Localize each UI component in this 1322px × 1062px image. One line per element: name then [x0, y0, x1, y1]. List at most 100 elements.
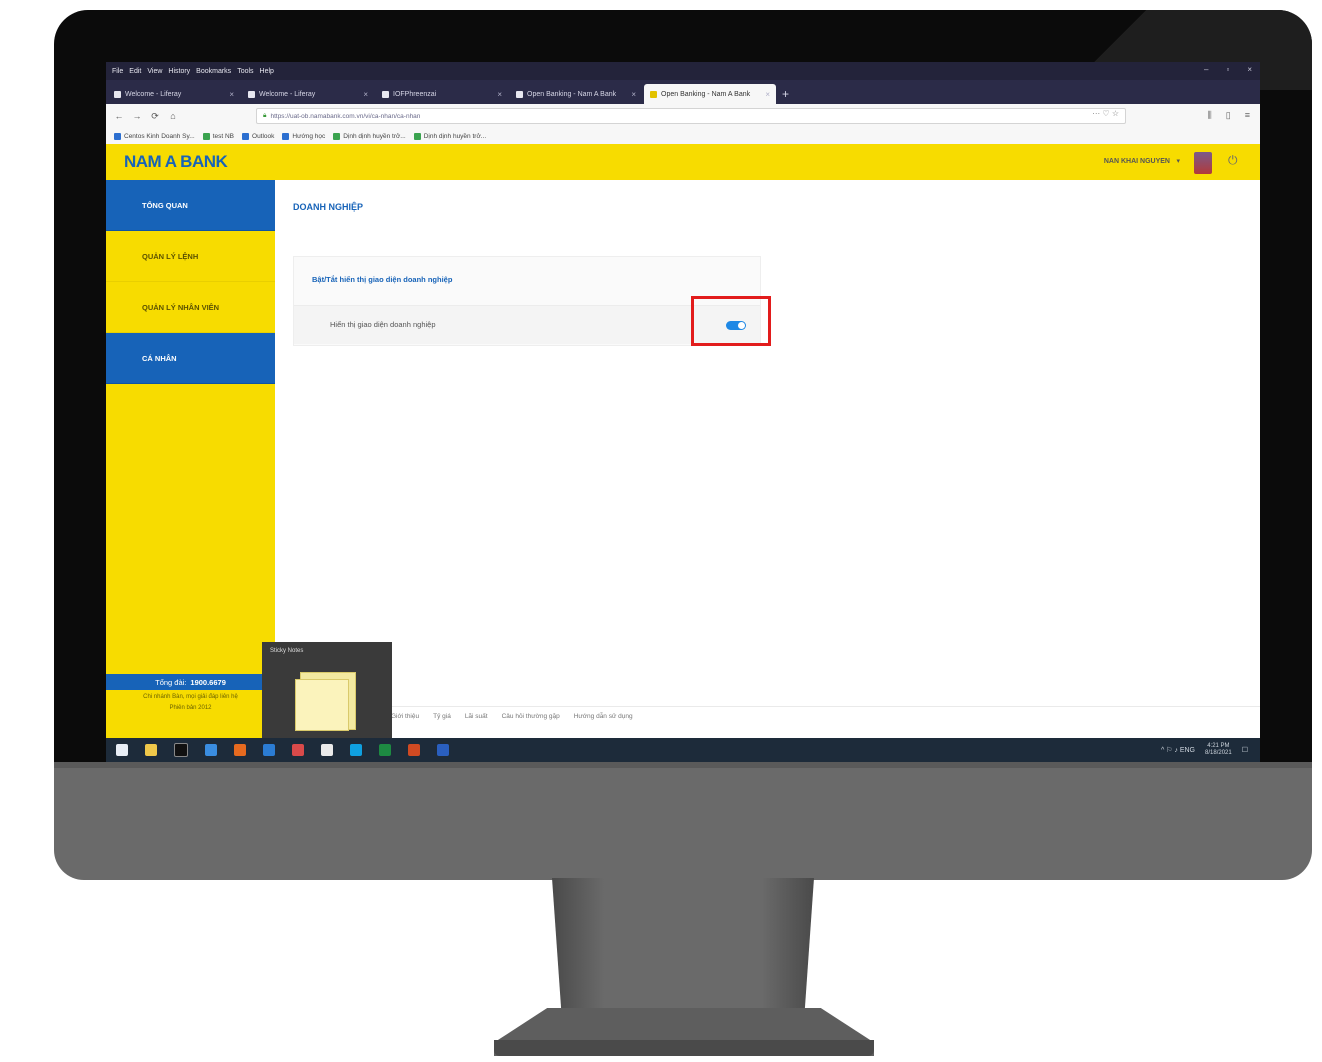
- home-icon[interactable]: ⌂: [168, 111, 178, 121]
- terminal-icon[interactable]: [174, 743, 188, 757]
- forward-icon[interactable]: →: [132, 111, 142, 121]
- bookmark-icon: [202, 132, 210, 140]
- menu-bookmarks[interactable]: Bookmarks: [196, 68, 231, 75]
- toolbar-icons: ⫼ ▯ ≡: [1208, 110, 1250, 121]
- sidebar-item-label: CÁ NHÂN: [142, 353, 177, 363]
- sidebar-item-label: TỔNG QUAN: [142, 200, 188, 210]
- minimize-button[interactable]: –: [1204, 65, 1208, 74]
- skype-icon[interactable]: [350, 744, 362, 756]
- window-controls: – ▫ ×: [1204, 65, 1252, 74]
- address-bar[interactable]: 🔒︎ https://uat-ob.namabank.com.vn/vi/ca-…: [256, 108, 1126, 124]
- close-window-button[interactable]: ×: [1247, 65, 1252, 74]
- paint-icon[interactable]: [292, 744, 304, 756]
- browser-tab[interactable]: Welcome - Liferay ×: [108, 84, 240, 104]
- url-actions[interactable]: ··· ♡ ☆: [1092, 109, 1119, 118]
- firefox-icon[interactable]: [234, 744, 246, 756]
- tab-label: Welcome - Liferay: [259, 90, 316, 98]
- bookmark-icon: [413, 132, 421, 140]
- footer-links: Giới thiệu Tỷ giá Lãi suất Câu hỏi thườn…: [275, 706, 1260, 725]
- bookmark-label: Dịnh dịnh huyền trở...: [343, 132, 406, 140]
- maximize-button[interactable]: ▫: [1226, 65, 1229, 74]
- footer-link[interactable]: Lãi suất: [465, 713, 488, 720]
- bookmark-item[interactable]: test NB: [202, 132, 235, 140]
- bookmark-label: Hướng học: [292, 132, 326, 140]
- version-line: Phiên bản 2012: [169, 705, 212, 711]
- sidebar-item-label: QUẢN LÝ NHÂN VIÊN: [142, 302, 220, 312]
- bookmark-label: Outlook: [252, 132, 275, 140]
- close-tab-icon[interactable]: ×: [363, 90, 368, 99]
- clock[interactable]: 4:21 PM 8/18/2021: [1205, 743, 1232, 757]
- word-icon[interactable]: [437, 744, 449, 756]
- browser-tab[interactable]: Open Banking - Nam A Bank ×: [510, 84, 642, 104]
- close-tab-icon[interactable]: ×: [765, 90, 770, 99]
- hotline-number[interactable]: 1900.6679: [190, 678, 225, 687]
- monitor-stand-neck: [552, 878, 814, 1028]
- tab-label: Open Banking - Nam A Bank: [661, 90, 751, 98]
- tab-label: Welcome - Liferay: [125, 90, 182, 98]
- footer-link[interactable]: Hướng dẫn sử dụng: [574, 713, 633, 720]
- clock-date: 8/18/2021: [1205, 750, 1232, 756]
- app-header: NAM A BANK NAN KHAI NGUYEN ▾ ⏻: [106, 144, 1260, 180]
- tray-icons[interactable]: ^ ⚐ ♪ ENG: [1161, 746, 1195, 754]
- menu-history[interactable]: History: [168, 68, 190, 75]
- user-name[interactable]: NAN KHAI NGUYEN: [1104, 158, 1170, 165]
- main-content: DOANH NGHIỆP Bật/Tắt hiển thị giao diện …: [275, 180, 1260, 738]
- taskbar-preview-popup[interactable]: Sticky Notes: [262, 642, 392, 742]
- bank-logo[interactable]: NAM A BANK: [124, 152, 228, 172]
- close-tab-icon[interactable]: ×: [229, 90, 234, 99]
- bookmark-item[interactable]: Outlook: [242, 132, 275, 140]
- sidebar-item-orders[interactable]: QUẢN LÝ LỆNH: [106, 231, 275, 282]
- edge-icon[interactable]: [205, 744, 217, 756]
- sidebar-item-label: QUẢN LÝ LỆNH: [142, 251, 199, 261]
- highlight-box: [691, 296, 771, 346]
- menu-help[interactable]: Help: [260, 68, 274, 75]
- footer-link[interactable]: Giới thiệu: [391, 713, 419, 720]
- file-explorer-icon[interactable]: [145, 744, 157, 756]
- avatar[interactable]: [1194, 152, 1212, 174]
- menu-tools[interactable]: Tools: [237, 68, 253, 75]
- bookmark-icon: [242, 132, 250, 140]
- sidebar-item-employees[interactable]: QUẢN LÝ NHÂN VIÊN: [106, 282, 275, 333]
- reload-icon[interactable]: ⟳: [150, 111, 160, 122]
- start-icon[interactable]: [116, 744, 128, 756]
- browser-tab-active[interactable]: Open Banking - Nam A Bank ×: [644, 84, 776, 104]
- powerpoint-icon[interactable]: [408, 744, 420, 756]
- tab-bar: Welcome - Liferay × Welcome - Liferay × IO…: [106, 80, 1260, 104]
- footer-link[interactable]: Câu hỏi thường gặp: [502, 713, 560, 720]
- page-icon: [114, 90, 121, 98]
- close-tab-icon[interactable]: ×: [631, 90, 636, 99]
- sidebar-item-overview[interactable]: TỔNG QUAN: [106, 180, 275, 231]
- bookmark-label: test NB: [212, 132, 235, 140]
- chin-shade: [54, 762, 1312, 768]
- menu-view[interactable]: View: [147, 68, 162, 75]
- sidebar-icon[interactable]: ▯: [1226, 110, 1231, 121]
- notepad-icon[interactable]: [321, 744, 333, 756]
- outlook-icon[interactable]: [263, 744, 275, 756]
- library-icon[interactable]: ⫼: [1208, 110, 1212, 121]
- back-icon[interactable]: ←: [114, 111, 124, 121]
- browser-menubar: File Edit View History Bookmarks Tools H…: [106, 62, 1260, 80]
- clock-time: 4:21 PM: [1207, 743, 1230, 749]
- sidebar-item-personal[interactable]: CÁ NHÂN: [106, 333, 275, 384]
- browser-tab[interactable]: IOFPhreenzai ×: [376, 84, 508, 104]
- menu-file[interactable]: File: [112, 68, 123, 75]
- browser-tab[interactable]: Welcome - Liferay ×: [242, 84, 374, 104]
- notification-icon[interactable]: ☐: [1242, 746, 1248, 754]
- bookmark-item[interactable]: Dịnh dịnh huyền trở...: [333, 132, 406, 140]
- new-tab-button[interactable]: +: [782, 84, 789, 104]
- footer-link[interactable]: Tỷ giá: [433, 713, 451, 720]
- page-icon: [382, 90, 389, 98]
- bookmark-item[interactable]: Hướng học: [282, 132, 326, 140]
- bookmark-item[interactable]: Dịnh dịnh huyền trở...: [413, 132, 486, 140]
- hotline-bar: Tổng đài: 1900.6679: [106, 674, 275, 690]
- menu-edit[interactable]: Edit: [129, 68, 141, 75]
- chevron-down-icon[interactable]: ▾: [1176, 157, 1180, 165]
- power-icon[interactable]: ⏻: [1228, 154, 1240, 166]
- close-tab-icon[interactable]: ×: [497, 90, 502, 99]
- sidebar: TỔNG QUAN QUẢN LÝ LỆNH QUẢN LÝ NHÂN VIÊN…: [106, 180, 275, 738]
- lock-icon: 🔒︎: [263, 112, 267, 119]
- excel-icon[interactable]: [379, 744, 391, 756]
- hamburger-menu-icon[interactable]: ≡: [1245, 110, 1250, 121]
- row-label: Hiển thị giao diện doanh nghiệp: [330, 320, 436, 329]
- bookmark-item[interactable]: Centos Kinh Doanh Sy...: [114, 132, 195, 140]
